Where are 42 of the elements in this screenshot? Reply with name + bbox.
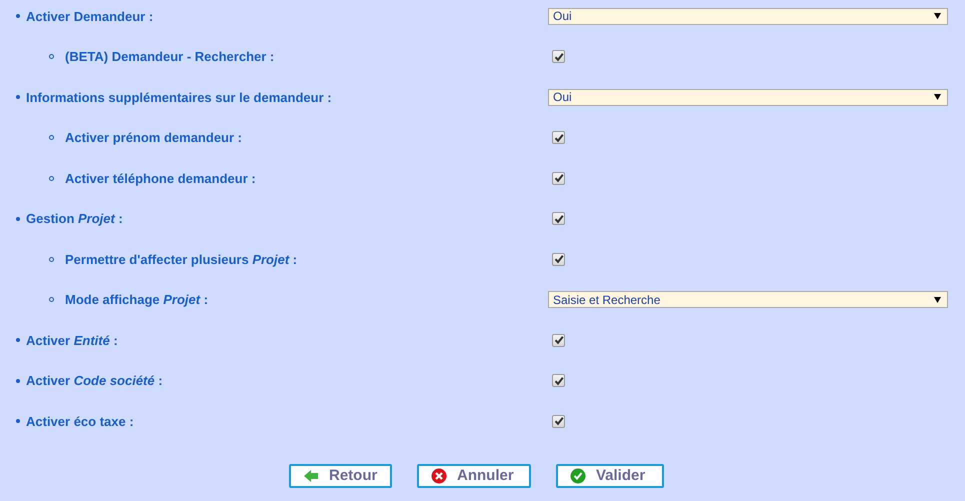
- bullet-icon: [16, 216, 20, 221]
- checkbox[interactable]: [552, 50, 565, 64]
- checkbox[interactable]: [552, 414, 565, 428]
- action-button[interactable]: Valider: [556, 464, 664, 488]
- setting-label: (BETA) Demandeur - Rechercher :: [65, 49, 274, 64]
- setting-label: Activer Entité :: [26, 332, 118, 348]
- caret-icon: [934, 94, 941, 100]
- close-icon: [431, 468, 447, 484]
- dropdown[interactable]: Oui: [548, 88, 948, 106]
- bullet-icon: [16, 378, 20, 383]
- setting-label: Activer éco taxe :: [26, 414, 134, 429]
- setting-label: Activer Code société :: [26, 373, 163, 388]
- checkbox[interactable]: [552, 374, 565, 388]
- dropdown[interactable]: Oui: [548, 8, 948, 25]
- bullet-icon: [49, 256, 54, 262]
- bullet-icon: [49, 135, 54, 140]
- setting-label: Permettre d'affecter plusieurs Projet :: [65, 252, 298, 267]
- checkbox[interactable]: [552, 334, 565, 347]
- check-icon: [570, 468, 586, 484]
- checkbox[interactable]: [552, 131, 565, 144]
- action-button[interactable]: Retour: [289, 464, 392, 488]
- checkbox[interactable]: [552, 252, 565, 266]
- setting-label: Activer téléphone demandeur :: [65, 170, 256, 186]
- checkbox[interactable]: [552, 172, 565, 185]
- setting-label: Gestion Projet :: [26, 211, 123, 226]
- arrow-icon: [303, 468, 319, 484]
- bullet-icon: [16, 338, 20, 342]
- setting-label: Activer Demandeur :: [26, 8, 154, 24]
- bullet-icon: [16, 95, 20, 100]
- setting-label: Mode affichage Projet :: [65, 292, 208, 308]
- bullet-icon: [49, 176, 54, 181]
- checkbox[interactable]: [552, 212, 565, 226]
- bullet-icon: [49, 54, 54, 60]
- bullet-icon: [16, 14, 20, 18]
- setting-label: Informations supplémentaires sur le demandeur :: [26, 90, 332, 105]
- caret-icon: [934, 296, 941, 303]
- caret-icon: [934, 13, 941, 20]
- dropdown[interactable]: Saisie et Recherche: [548, 291, 948, 308]
- bullet-icon: [49, 297, 54, 302]
- setting-label: Activer prénom demandeur :: [65, 130, 242, 146]
- action-button[interactable]: Annuler: [417, 464, 531, 488]
- bullet-icon: [16, 419, 20, 424]
